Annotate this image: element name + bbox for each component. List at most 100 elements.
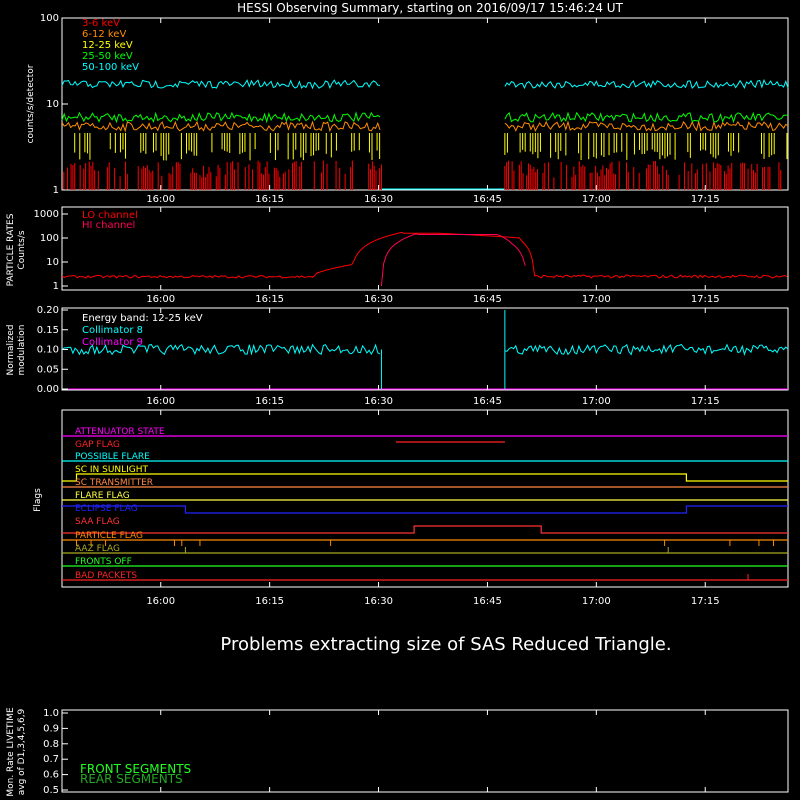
modulation-line-collimator-8 xyxy=(504,343,789,356)
livetime-ytick-label: 0.6 xyxy=(43,770,59,781)
livetime-legend: FRONT SEGMENTSREAR SEGMENTS xyxy=(80,762,191,786)
modulation-ylabel-1: Normalized xyxy=(6,324,16,375)
livetime-ytick-label: 0.9 xyxy=(43,723,59,734)
particle-rates-ylabel-1: PARTICLE RATES xyxy=(6,213,16,286)
flag-label: GAP FLAG xyxy=(75,440,120,450)
modulation-ylabel-2: modulation xyxy=(17,325,27,376)
flag-line-sc-in-sunlight xyxy=(62,473,788,482)
flags-xtick-label: 16:45 xyxy=(473,596,502,607)
flag-label: POSSIBLE FLARE xyxy=(75,452,150,462)
particle-rates-ytick-label: 1 xyxy=(53,281,59,292)
count-rates-xtick-label: 16:45 xyxy=(473,194,502,205)
flags-xtick-label: 16:30 xyxy=(364,596,393,607)
count-rates-line-50-100-kev xyxy=(504,78,789,90)
count-rates-yticks: 1 10 100 xyxy=(40,13,68,196)
flags-ylabel: Flags xyxy=(33,488,43,512)
particle-rates-ylabel-2: Counts/s xyxy=(17,230,27,269)
count-rates-ytick-label: 10 xyxy=(46,99,59,110)
count-rates-xtick-label: 16:15 xyxy=(255,194,284,205)
flags-xtick-label: 16:00 xyxy=(146,596,175,607)
modulation-xtick-label: 16:45 xyxy=(473,396,502,407)
flags-xtick-label: 17:15 xyxy=(691,596,720,607)
particle-rates-xtick-label: 16:45 xyxy=(473,294,502,305)
flag-line-eclipse-flag xyxy=(62,505,788,514)
modulation-ytick-label: 0.05 xyxy=(37,364,59,375)
flags-xtick-label: 17:00 xyxy=(582,596,611,607)
flag-label: PARTICLE FLAG xyxy=(75,531,143,541)
count-rates-xtick-label: 17:00 xyxy=(582,194,611,205)
modulation-legend-entry: Collimator 9 xyxy=(82,337,143,348)
particle-rates-xtick-label: 16:15 xyxy=(255,294,284,305)
particle-rates-lo-line xyxy=(61,231,788,279)
count-rates-legend: 3-6 keV6-12 keV12-25 keV25-50 keV50-100 … xyxy=(82,18,139,73)
particle-rates-xtick-label: 17:00 xyxy=(582,294,611,305)
particle-rates-ytick-label: 100 xyxy=(40,233,59,244)
flag-label: FRONTS OFF xyxy=(75,557,132,567)
count-rates-legend-entry: 6-12 keV xyxy=(82,29,126,40)
count-rates-line-6-12-kev xyxy=(504,119,789,133)
livetime-yticks: 0.5 0.6 0.7 0.8 0.9 1.0 xyxy=(43,708,68,796)
livetime-ylabel-1: Mon. Rate LIVETIME xyxy=(6,707,16,797)
flags-panel: ATTENUATOR STATE GAP FLAG POSSIBLE FLARE SC… xyxy=(33,409,789,607)
particle-rates-xtick-label: 16:30 xyxy=(364,294,393,305)
count-rates-legend-entry: 25-50 keV xyxy=(82,51,133,62)
modulation-panel: 0.00 0.05 0.10 0.15 0.20 16:00 16:15 16:30 16:4… xyxy=(6,305,789,407)
count-rates-ytick-label: 100 xyxy=(40,13,59,24)
chart-title: HESSI Observing Summary, starting on 201… xyxy=(237,1,623,15)
livetime-xticks xyxy=(160,710,706,792)
count-rates-line-25-50-kev xyxy=(61,111,381,124)
modulation-ytick-label: 0.15 xyxy=(37,325,59,336)
livetime-ylabel-2: avg of D1,3,4,5,6,9 xyxy=(17,708,27,795)
modulation-xtick-label: 16:15 xyxy=(255,396,284,407)
count-rates-legend-entry: 50-100 keV xyxy=(82,62,139,73)
count-rates-line-25-50-kev xyxy=(504,111,789,124)
flag-label: AAZ FLAG xyxy=(75,544,120,554)
livetime-ytick-label: 0.8 xyxy=(43,739,59,750)
count-rates-line-6-12-kev xyxy=(61,120,381,133)
livetime-ytick-label: 0.5 xyxy=(43,785,59,796)
count-rates-data xyxy=(61,78,789,190)
count-rates-panel: 1 10 100 16:00 16:15 16:30 16:45 17:00 17:15 co… xyxy=(26,13,789,205)
flag-label: SC IN SUNLIGHT xyxy=(75,465,149,475)
count-rates-xtick-label: 16:00 xyxy=(146,194,175,205)
modulation-ytick-label: 0.00 xyxy=(37,384,59,395)
modulation-yticks: 0.00 0.05 0.10 0.15 0.20 xyxy=(37,305,68,395)
flag-label: FLARE FLAG xyxy=(75,491,130,501)
modulation-legend-entry: Collimator 8 xyxy=(82,325,143,336)
modulation-annotation: Energy band: 12-25 keV xyxy=(82,313,203,324)
flags-data: ATTENUATOR STATE GAP FLAG POSSIBLE FLARE SC… xyxy=(62,427,788,581)
hessi-summary-chart: HESSI Observing Summary, starting on 201… xyxy=(6,1,789,797)
flag-label: ATTENUATOR STATE xyxy=(75,427,165,437)
modulation-xtick-label: 16:30 xyxy=(364,396,393,407)
modulation-xtick-label: 17:15 xyxy=(691,396,720,407)
count-rates-ytick-label: 1 xyxy=(53,185,59,196)
particle-rates-legend-entry: HI channel xyxy=(82,220,135,231)
particle-rates-panel: 1 10 100 1000 16:00 16:15 16:30 16:45 17:00 17:1… xyxy=(6,206,789,305)
error-message: Problems extracting size of SAS Reduced … xyxy=(220,634,671,655)
flag-label: BAD PACKETS xyxy=(75,571,137,581)
particle-rates-data xyxy=(61,231,788,286)
livetime-panel: 0.5 0.6 0.7 0.8 0.9 1.0 Mon. Rate LIVETIME av… xyxy=(6,707,789,797)
flag-label: SC TRANSMITTER xyxy=(75,478,153,488)
particle-rates-ytick-label: 1000 xyxy=(34,209,59,220)
modulation-legend: Collimator 8Collimator 9 xyxy=(82,325,143,348)
count-rates-xtick-label: 16:30 xyxy=(364,194,393,205)
modulation-xtick-label: 17:00 xyxy=(582,396,611,407)
count-rates-line-50-100-kev xyxy=(61,79,380,90)
modulation-ytick-label: 0.10 xyxy=(37,345,59,356)
livetime-ytick-label: 0.7 xyxy=(43,754,59,765)
flags-xticks: 16:00 16:15 16:30 16:45 17:00 17:15 xyxy=(146,410,720,607)
count-rates-ylabel: counts/s/detector xyxy=(26,64,36,143)
flag-label: SAA FLAG xyxy=(75,517,120,527)
livetime-ytick-label: 1.0 xyxy=(43,708,59,719)
modulation-ytick-label: 0.20 xyxy=(37,305,59,316)
flags-xtick-label: 16:15 xyxy=(255,596,284,607)
particle-rates-xtick-label: 17:15 xyxy=(691,294,720,305)
particle-rates-ytick-label: 10 xyxy=(46,257,59,268)
count-rates-legend-entry: 12-25 keV xyxy=(82,40,133,51)
flag-line-saa-flag xyxy=(62,525,788,534)
modulation-xticks: 16:00 16:15 16:30 16:45 17:00 17:15 xyxy=(146,308,720,407)
livetime-legend-entry: REAR SEGMENTS xyxy=(80,772,183,786)
count-rates-xtick-label: 17:15 xyxy=(691,194,720,205)
particle-rates-legend: LO channelHI channel xyxy=(82,210,138,231)
